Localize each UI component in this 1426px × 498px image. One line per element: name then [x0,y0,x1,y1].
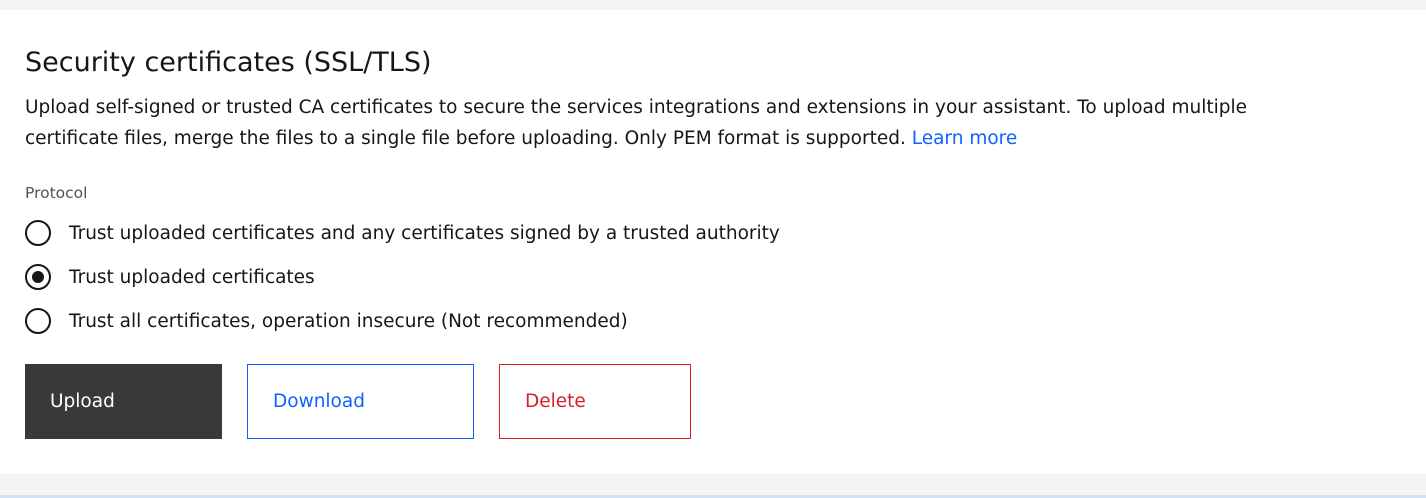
radio-dot-icon [32,271,44,283]
radio-option-label: Trust all certificates, operation insecu… [69,310,628,332]
radio-option-label: Trust uploaded certificates [69,266,315,288]
radio-option-trust-uploaded-and-signed[interactable]: Trust uploaded certificates and any cert… [25,218,780,248]
section-description: Upload self-signed or trusted CA certifi… [25,92,1315,154]
radio-unselected-icon[interactable] [25,220,51,246]
learn-more-link[interactable]: Learn more [912,128,1018,149]
download-button[interactable]: Download [247,364,474,439]
radio-option-trust-uploaded[interactable]: Trust uploaded certificates [25,262,315,292]
section-title: Security certificates (SSL/TLS) [25,47,432,78]
radio-selected-icon[interactable] [25,264,51,290]
radio-option-trust-all[interactable]: Trust all certificates, operation insecu… [25,306,628,336]
radio-unselected-icon[interactable] [25,308,51,334]
delete-button[interactable]: Delete [499,364,691,439]
radio-option-label: Trust uploaded certificates and any cert… [69,222,780,244]
description-text: Upload self-signed or trusted CA certifi… [25,97,1248,149]
protocol-legend: Protocol [25,184,88,202]
upload-button[interactable]: Upload [25,364,222,439]
